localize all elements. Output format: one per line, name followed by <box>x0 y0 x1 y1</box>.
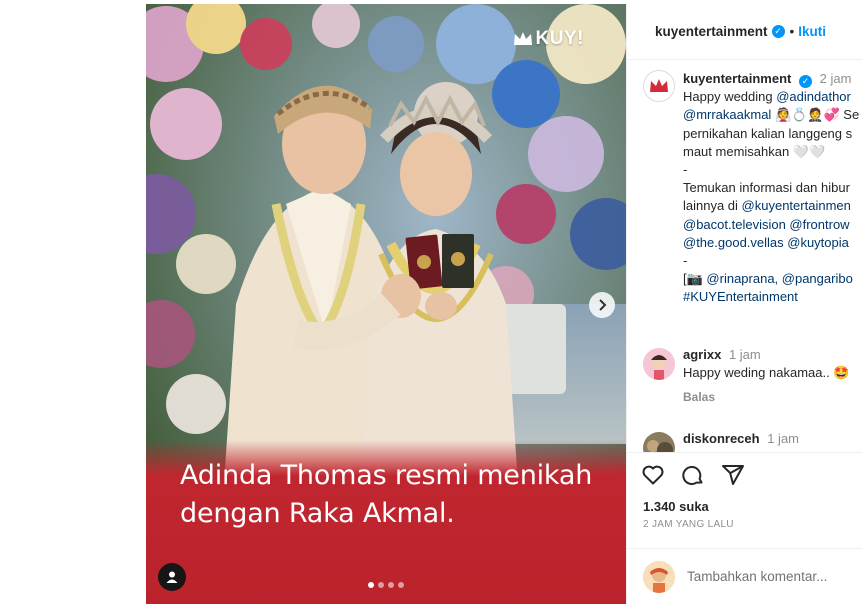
caption-text-segment: Happy wedding <box>683 89 777 105</box>
brand-label: KUY! <box>535 28 584 49</box>
verified-badge-icon: ✓ <box>799 75 812 88</box>
caption-text-segment: Temukan informasi dan hibur <box>683 180 850 196</box>
comment-username[interactable]: agrixx <box>683 347 721 362</box>
caption-text: kuyentertainment ✓ 2 jam Happy wedding @… <box>683 70 862 307</box>
header-username[interactable]: kuyentertainment <box>655 24 768 39</box>
verified-badge-icon: ✓ <box>771 25 785 38</box>
caption-line: @bacot.television @frontrow <box>683 216 862 234</box>
caption-line: [📷 @rinaprana, @pangaribo <box>683 270 862 288</box>
avatar-image <box>643 348 675 380</box>
comment-username[interactable]: diskonreceh <box>683 431 760 446</box>
carousel-dot <box>388 582 394 588</box>
crown-icon <box>513 32 532 45</box>
post-time-ago: 2 JAM YANG LALU <box>643 519 734 530</box>
carousel-next-button[interactable] <box>589 292 615 318</box>
carousel-dot <box>378 582 384 588</box>
action-bar: 1.340 suka 2 JAM YANG LALU <box>627 452 862 548</box>
carousel-dot-active <box>368 582 374 588</box>
caption-line: Temukan informasi dan hibur <box>683 179 862 197</box>
kuy-brand-logo: KUY! <box>513 28 584 50</box>
like-count[interactable]: 1.340 suka <box>643 499 709 514</box>
follow-button[interactable]: Ikuti <box>798 24 826 39</box>
comment-input[interactable]: Tambahkan komentar... <box>687 569 827 584</box>
comment-icon[interactable] <box>681 463 705 487</box>
media-caption: Adinda Thomas resmi menikah dengan Raka … <box>180 457 610 533</box>
caption-line: Happy wedding @adindathor <box>683 88 862 106</box>
caption-mention-link[interactable]: #KUYEntertainment <box>683 289 798 304</box>
action-icons <box>641 463 745 487</box>
header-separator: • <box>789 24 795 39</box>
caption-mention-link[interactable]: @mrrakaakmal <box>683 107 771 122</box>
avatar[interactable] <box>643 70 675 102</box>
caption-lines: Happy wedding @adindathor @mrrakaakmal 👰💍… <box>683 88 862 306</box>
avatar[interactable] <box>643 348 675 380</box>
caption-line: - <box>683 252 862 270</box>
comment-time: 1 jam <box>767 431 800 446</box>
caption-line: @mrrakaakmal 👰💍🤵💞 Se <box>683 106 862 124</box>
post-header: kuyentertainment ✓ • Ikuti <box>627 4 862 60</box>
caption-text-segment: 👰💍🤵💞 Se <box>771 107 860 123</box>
caption-text-segment: maut memisahkan 🤍🤍 <box>683 143 826 159</box>
caption-mention-link[interactable]: @the.good.vellas @kuytopia <box>683 235 849 250</box>
comment-time: 1 jam <box>728 347 761 362</box>
avatar <box>643 561 675 593</box>
caption-line: pernikahan kalian langgeng s <box>683 125 862 143</box>
add-comment-bar: Tambahkan komentar... <box>627 548 862 604</box>
crown-icon <box>650 79 668 92</box>
avatar-image <box>643 561 675 593</box>
chevron-right-icon <box>599 299 607 311</box>
caption-text-segment: [📷 <box>683 271 707 287</box>
caption-text-segment: - <box>683 162 688 178</box>
instagram-post-viewer: KUY! Adinda Thomas resmi menikah dengan … <box>0 0 862 609</box>
caption-line: #KUYEntertainment <box>683 288 862 306</box>
comment-text: Happy weding nakamaa.. 🤩 <box>683 365 850 380</box>
share-icon[interactable] <box>721 463 745 487</box>
post-side-panel: kuyentertainment ✓ • Ikuti kuyentertainm… <box>626 4 862 604</box>
carousel-dot <box>398 582 404 588</box>
caption-mention-link[interactable]: @kuyentertainmen <box>742 198 851 213</box>
caption-line: @the.good.vellas @kuytopia <box>683 234 862 252</box>
caption-line: - <box>683 161 862 179</box>
caption-line-1: Adinda Thomas resmi menikah <box>180 460 593 491</box>
caption-text-segment: lainnya di <box>683 198 742 214</box>
caption-username[interactable]: kuyentertainment <box>683 71 791 86</box>
caption-text-segment: - <box>683 253 688 269</box>
caption-line-2: dengan Raka Akmal. <box>180 498 455 529</box>
person-icon <box>166 571 178 583</box>
post-media[interactable]: KUY! Adinda Thomas resmi menikah dengan … <box>146 4 626 604</box>
tagged-users-button[interactable] <box>158 563 186 591</box>
caption-text-segment: pernikahan kalian langgeng s <box>683 125 853 141</box>
caption-mention-link[interactable]: @adindathor <box>776 89 851 104</box>
heart-icon[interactable] <box>641 463 665 487</box>
reply-button[interactable]: Balas <box>683 390 715 404</box>
caption-mention-link[interactable]: @bacot.television @frontrow <box>683 217 850 232</box>
comment-body: diskonreceh 1 jam <box>683 430 799 448</box>
caption-line: lainnya di @kuyentertainmen <box>683 197 862 215</box>
caption-time: 2 jam <box>819 71 852 86</box>
caption-line: maut memisahkan 🤍🤍 <box>683 143 862 161</box>
caption-mention-link[interactable]: @rinaprana, @pangaribo <box>706 271 852 286</box>
comment-body: agrixx 1 jam Happy weding nakamaa.. 🤩 <box>683 346 850 382</box>
carousel-indicator <box>368 582 404 588</box>
